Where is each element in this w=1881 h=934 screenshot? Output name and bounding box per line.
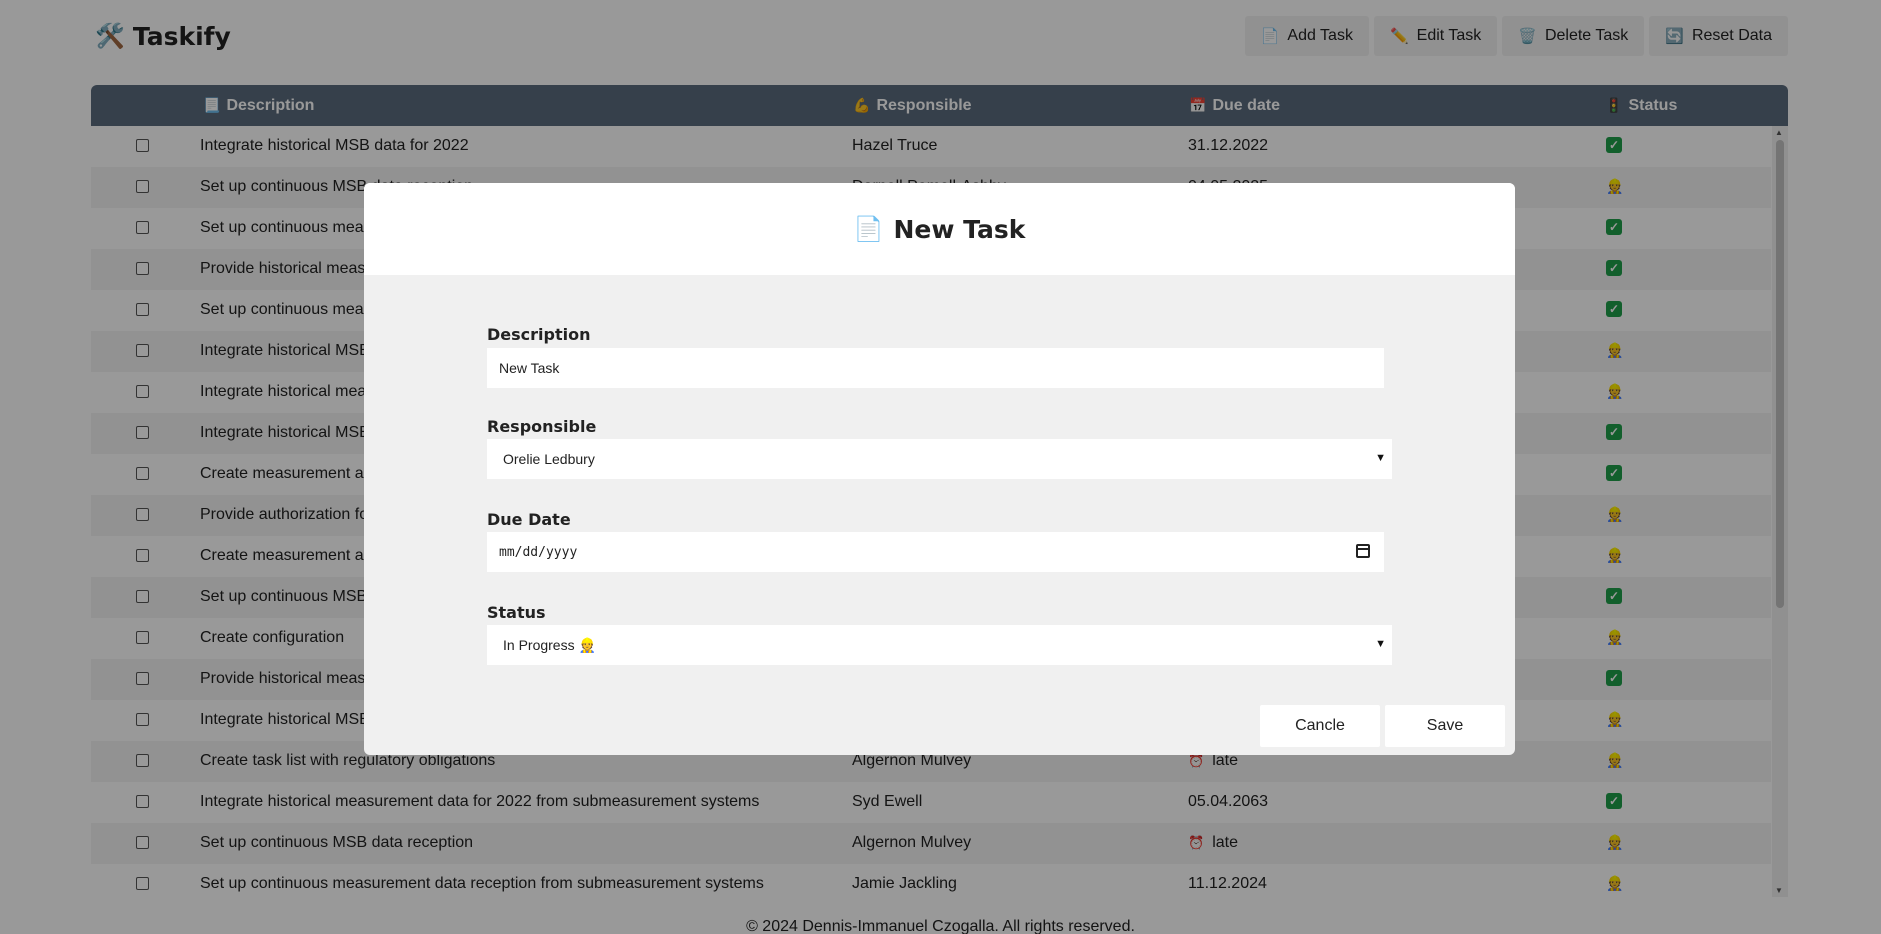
description-input[interactable]: New Task [487,348,1384,388]
due-date-input[interactable]: mm/dd/yyyy [487,532,1384,572]
responsible-select[interactable]: Orelie Ledbury ▼ [487,439,1392,479]
save-button[interactable]: Save [1385,705,1505,747]
due-date-label: Due Date [487,510,571,529]
status-value: In Progress 👷 [503,636,596,653]
chevron-down-icon: ▼ [1375,452,1386,464]
description-value: New Task [499,360,560,376]
responsible-value: Orelie Ledbury [503,451,595,467]
cancel-button[interactable]: Cancle [1260,705,1380,747]
description-label: Description [487,325,591,344]
responsible-label: Responsible [487,417,597,436]
new-task-dialog: 📄 New Task Description New Task Responsi… [364,183,1515,755]
dialog-title: New Task [893,214,1026,244]
dialog-header: 📄 New Task [364,183,1515,275]
status-select[interactable]: In Progress 👷 ▼ [487,625,1392,665]
due-date-placeholder: mm/dd/yyyy [499,544,578,560]
document-icon: 📄 [853,215,884,243]
chevron-down-icon: ▼ [1375,638,1386,650]
calendar-picker-icon[interactable] [1356,544,1370,558]
status-label: Status [487,603,546,622]
